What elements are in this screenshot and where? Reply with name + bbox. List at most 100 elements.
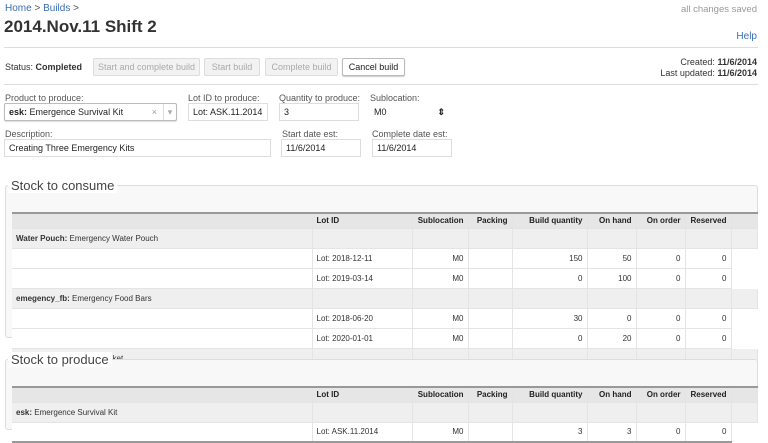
section-title: Stock to produce — [8, 352, 112, 367]
group-row[interactable]: Water Pouch: Emergency Water Pouch — [12, 228, 758, 249]
table-row[interactable]: Lot: 2018-06-20 M0 30 0 0 0 — [12, 308, 757, 329]
table-cell: 100 — [587, 268, 637, 289]
column-header[interactable]: On hand — [587, 212, 637, 229]
header-row: Lot ID Sublocation Packing Build quantity On… — [12, 212, 758, 229]
complete-date-input[interactable]: 11/6/2014 — [372, 139, 452, 157]
table-row[interactable]: Lot: 2019-03-14 M0 0 100 0 0 — [12, 268, 757, 289]
help-link[interactable]: Help — [736, 31, 757, 42]
complete-build-button[interactable]: Complete build — [265, 58, 338, 76]
item-name: Emergency Food Bars — [72, 293, 152, 303]
page-title: 2014.Nov.11 Shift 2 — [4, 17, 157, 36]
breadcrumb-separator: > — [73, 3, 79, 14]
column-header[interactable]: On hand — [587, 386, 637, 403]
table-cell: 0 — [685, 248, 732, 269]
column-header[interactable]: On order — [636, 386, 686, 403]
table-cell — [468, 328, 513, 349]
item-code: emegency_fb: — [16, 293, 70, 303]
divider — [4, 47, 758, 48]
lot-input[interactable]: Lot: ASK.11.2014 — [188, 103, 268, 121]
header-row: Lot ID Sublocation Packing Build quantity On… — [12, 386, 758, 403]
lot-label: Lot ID to produce: — [188, 93, 260, 103]
description-label: Description: — [5, 129, 53, 139]
table-cell: 0 — [685, 422, 732, 443]
column-header[interactable]: Lot ID — [312, 212, 413, 229]
cancel-build-button[interactable]: Cancel build — [342, 58, 405, 76]
table-cell — [468, 268, 513, 289]
table-cell — [468, 308, 513, 329]
column-header[interactable]: Packing — [468, 212, 513, 229]
created-date: 11/6/2014 — [717, 57, 757, 67]
quantity-input[interactable]: 3 — [279, 103, 359, 121]
item-name: Emergency Water Pouch — [69, 233, 159, 243]
table-cell: M0 — [412, 328, 469, 349]
table-cell: 0 — [636, 268, 686, 289]
product-label: Product to produce: — [5, 93, 84, 103]
column-header[interactable] — [12, 386, 313, 403]
table-cell: 3 — [512, 422, 588, 443]
table-cell: M0 — [412, 308, 469, 329]
table-row[interactable]: Lot: ASK.11.2014 M0 3 3 0 0 — [12, 422, 757, 443]
column-header[interactable]: On order — [636, 212, 686, 229]
save-status: all changes saved — [680, 4, 757, 15]
updated-label: Last updated: — [660, 68, 715, 78]
breadcrumb-home[interactable]: Home — [5, 3, 32, 14]
column-header[interactable]: Packing — [468, 386, 513, 403]
breadcrumb-builds[interactable]: Builds — [43, 3, 70, 14]
status-label: Status: — [5, 62, 34, 72]
item-code: esk: — [16, 407, 33, 417]
table-cell — [468, 248, 513, 269]
sublocation-select[interactable]: M0 ⇕ — [370, 103, 449, 121]
clear-icon[interactable]: × — [152, 107, 157, 117]
column-header[interactable]: Sublocation — [412, 212, 469, 229]
created-label: Created: — [680, 57, 715, 67]
description-input[interactable]: Creating Three Emergency Kits — [4, 139, 271, 157]
chevron-down-icon[interactable]: ▾ — [163, 104, 176, 120]
item-code: Water Pouch: — [16, 233, 68, 243]
column-header[interactable]: Reserved — [685, 212, 732, 229]
table-cell: 0 — [685, 268, 732, 289]
divider — [4, 84, 758, 85]
start-date-input[interactable]: 11/6/2014 — [281, 139, 361, 157]
group-row[interactable]: emegency_fb: Emergency Food Bars — [12, 288, 758, 309]
table-cell: 0 — [512, 328, 588, 349]
column-header[interactable]: Build quantity — [512, 212, 588, 229]
start-date-label: Start date est: — [282, 129, 339, 139]
table-row[interactable]: Lot: 2020-01-01 M0 0 20 0 0 — [12, 328, 757, 349]
table-cell: 50 — [587, 248, 637, 269]
column-header[interactable]: Reserved — [685, 386, 732, 403]
table-cell: 0 — [636, 248, 686, 269]
stock-to-consume-panel: Stock to consume Lot ID Sublocation Packin… — [5, 178, 758, 389]
sublocation-value: M0 — [374, 107, 387, 117]
start-build-button[interactable]: Start build — [204, 58, 260, 76]
table-cell: 20 — [587, 328, 637, 349]
sublocation-label: Sublocation: — [370, 93, 420, 103]
complete-date-label: Complete date est: — [372, 129, 448, 139]
table-cell: 0 — [512, 268, 588, 289]
table-cell: M0 — [412, 422, 469, 443]
table-cell: 3 — [587, 422, 637, 443]
breadcrumb-separator: > — [34, 3, 41, 14]
product-name: Emergence Survival Kit — [29, 107, 124, 117]
breadcrumb: Home > Builds > — [5, 3, 79, 14]
table-cell: Lot: 2018-12-11 — [312, 248, 413, 269]
stock-to-produce-table: Lot ID Sublocation Packing Build quantity On… — [12, 386, 758, 443]
column-header[interactable]: Build quantity — [512, 386, 588, 403]
table-cell: 0 — [636, 328, 686, 349]
section-title: Stock to consume — [8, 178, 118, 193]
table-cell: 150 — [512, 248, 588, 269]
column-header-spacer — [731, 386, 758, 403]
product-select[interactable]: esk: Emergence Survival Kit × ▾ — [4, 103, 177, 121]
table-cell: Lot: ASK.11.2014 — [312, 422, 413, 443]
group-row[interactable]: esk: Emergence Survival Kit — [12, 402, 758, 423]
column-header[interactable] — [12, 212, 313, 229]
start-and-complete-build-button[interactable]: Start and complete build — [93, 58, 200, 76]
dates: Created: 11/6/2014 Last updated: 11/6/20… — [660, 57, 757, 79]
status: Status: Completed — [5, 62, 82, 72]
item-name: Emergence Survival Kit — [34, 407, 118, 417]
table-cell: Lot: 2020-01-01 — [312, 328, 413, 349]
table-row[interactable]: Lot: 2018-12-11 M0 150 50 0 0 — [12, 248, 757, 269]
status-value: Completed — [35, 62, 83, 72]
column-header[interactable]: Lot ID — [312, 386, 413, 403]
column-header-spacer — [731, 212, 758, 229]
column-header[interactable]: Sublocation — [412, 386, 469, 403]
